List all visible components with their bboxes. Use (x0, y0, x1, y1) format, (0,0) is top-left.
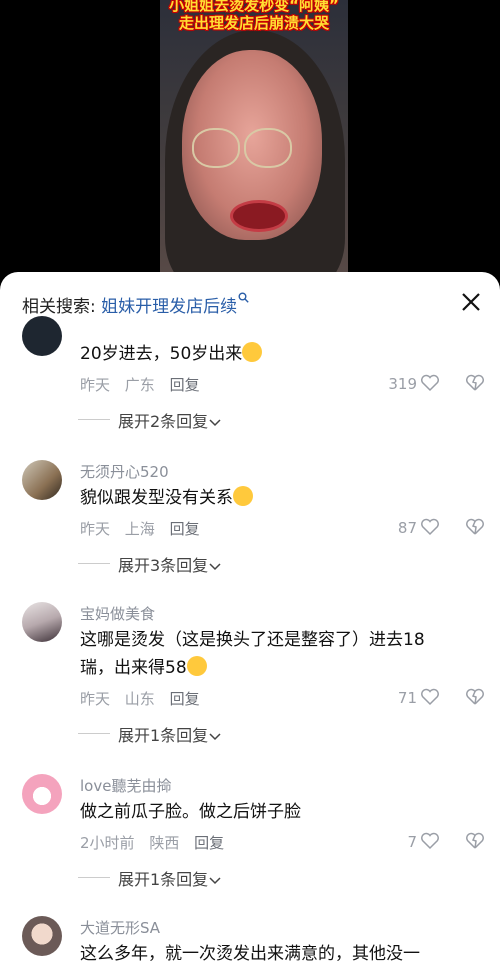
heart-icon (421, 832, 439, 850)
chevron-down-icon (209, 877, 221, 885)
comment-meta: 昨天 广东 回复 (80, 374, 210, 395)
video-caption-line2: 走出理发店后崩溃大哭 (178, 14, 329, 32)
like-button[interactable]: 7 (380, 832, 440, 851)
sheet-header: 相关搜索: 姐妹开理发店后续 (0, 272, 500, 328)
comment-text: 貌似跟发型没有关系 (80, 484, 480, 512)
comment-username[interactable]: 无须丹心520 (80, 461, 169, 482)
mouth-shape (230, 200, 288, 232)
comment-text: 这哪是烫发（这是换头了还是整容了）进去18 瑞，出来得58 (80, 630, 425, 678)
shy-emoji-icon (233, 486, 253, 506)
comment-item: 宝妈做美食 这哪是烫发（这是换头了还是整容了）进去18 瑞，出来得58 昨天 山… (0, 596, 500, 756)
avatar[interactable] (22, 602, 62, 642)
glasses-lens-left (192, 128, 240, 168)
broken-heart-icon[interactable] (465, 518, 485, 540)
avatar[interactable] (22, 774, 62, 814)
search-icon (238, 292, 249, 306)
avatar[interactable] (22, 916, 62, 956)
comment-time: 昨天 (80, 376, 111, 394)
comment-text: 做之前瓜子脸。做之后饼子脸 (80, 802, 301, 822)
close-icon[interactable] (460, 291, 482, 313)
chevron-down-icon (209, 563, 221, 571)
chevron-down-icon (209, 733, 221, 741)
divider (78, 733, 110, 734)
expand-replies-button[interactable]: 展开2条回复 (78, 408, 222, 432)
video-caption-line1: 小姐姐去烫发秒变“阿姨” (169, 0, 339, 14)
avatar[interactable] (22, 316, 62, 356)
comment-location: 山东 (124, 690, 155, 708)
like-count: 319 (388, 375, 417, 393)
comment-meta: 昨天 上海 回复 (80, 518, 210, 539)
divider (78, 877, 110, 878)
related-search[interactable]: 相关搜索: 姐妹开理发店后续 (22, 292, 249, 317)
broken-heart-icon[interactable] (465, 688, 485, 710)
expand-replies-button[interactable]: 展开1条回复 (78, 722, 222, 746)
comment-item: 无须丹心520 貌似跟发型没有关系 昨天 上海 回复 87 展开3条回复 (0, 454, 500, 584)
video-player[interactable]: 小姐姐去烫发秒变“阿姨” 走出理发店后崩溃大哭 (0, 0, 500, 290)
comment-username[interactable]: 宝妈做美食 (80, 603, 155, 624)
related-search-label: 相关搜索: (22, 297, 96, 317)
like-button[interactable]: 87 (380, 518, 440, 537)
reply-button[interactable]: 回复 (170, 376, 200, 394)
glasses-lens-right (244, 128, 292, 168)
laugh-cry-emoji-icon (242, 342, 263, 362)
face-shape (182, 50, 322, 240)
expand-replies-button[interactable]: 展开1条回复 (78, 866, 222, 890)
comment-meta: 2小时前 陕西 回复 (80, 832, 234, 853)
reply-button[interactable]: 回复 (170, 690, 200, 708)
comment-item: 大道无形SA 这么多年，就一次烫发出来满意的，其他没一 (0, 910, 500, 963)
chevron-down-icon (209, 419, 221, 427)
comment-meta: 昨天 山东 回复 (80, 688, 210, 709)
related-search-query[interactable]: 姐妹开理发店后续 (101, 297, 237, 317)
comment-location: 广东 (124, 376, 155, 394)
comment-time: 昨天 (80, 690, 111, 708)
reply-button[interactable]: 回复 (170, 520, 200, 538)
expand-replies-button[interactable]: 展开3条回复 (78, 552, 222, 576)
like-count: 7 (407, 833, 417, 851)
broken-heart-icon[interactable] (465, 832, 485, 854)
divider (78, 563, 110, 564)
comment-location: 上海 (124, 520, 155, 538)
comments-sheet: 相关搜索: 姐妹开理发店后续 20岁进去，50岁出来 昨天 广东 回复 319 … (0, 272, 500, 963)
heart-icon (421, 374, 439, 392)
comment-text: 这么多年，就一次烫发出来满意的，其他没一 (80, 944, 420, 963)
comment-time: 昨天 (80, 520, 111, 538)
comment-username[interactable]: love聽芜由掵 (80, 775, 171, 796)
comment-username[interactable]: 大道无形SA (80, 917, 160, 938)
like-button[interactable]: 71 (380, 688, 440, 707)
video-frame: 小姐姐去烫发秒变“阿姨” 走出理发店后崩溃大哭 (160, 0, 348, 290)
laugh-cry-emoji-icon (186, 656, 207, 676)
avatar[interactable] (22, 460, 62, 500)
reply-button[interactable]: 回复 (194, 834, 224, 852)
divider (78, 419, 110, 420)
like-count: 87 (397, 519, 417, 537)
comment-item: love聽芜由掵 做之前瓜子脸。做之后饼子脸 2小时前 陕西 回复 7 展开1条… (0, 768, 500, 898)
like-count: 71 (397, 689, 417, 707)
comment-time: 2小时前 (80, 834, 135, 852)
heart-icon (421, 518, 439, 536)
like-button[interactable]: 319 (380, 374, 440, 393)
comment-item: 20岁进去，50岁出来 昨天 广东 回复 319 展开2条回复 (0, 316, 500, 438)
comment-text: 20岁进去，50岁出来 (80, 340, 480, 368)
broken-heart-icon[interactable] (465, 374, 485, 396)
comment-location: 陕西 (149, 834, 180, 852)
heart-icon (421, 688, 439, 706)
